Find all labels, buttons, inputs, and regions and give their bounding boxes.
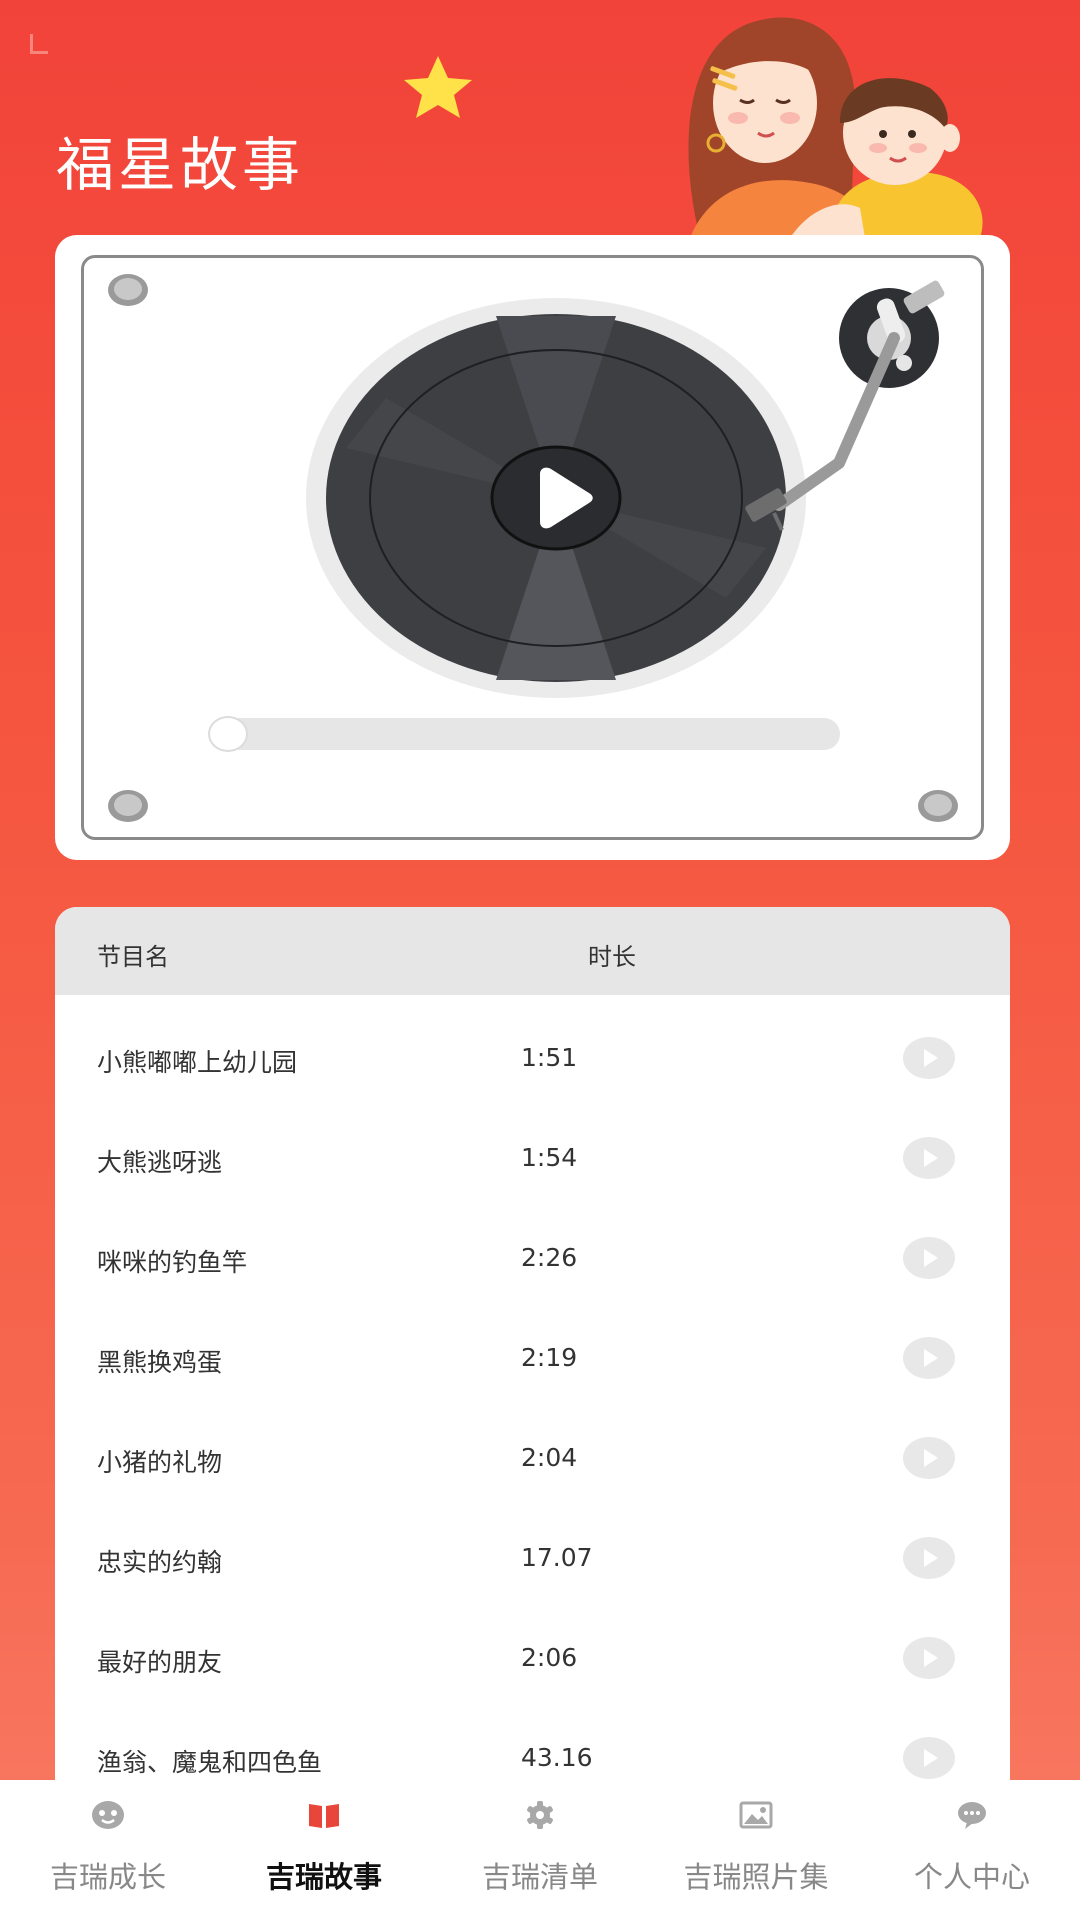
star-icon (404, 56, 472, 118)
list-item[interactable]: 咪咪的钓鱼竿 2:26 (55, 1207, 1010, 1307)
program-duration: 2:26 (521, 1243, 578, 1272)
list-item[interactable]: 小熊嘟嘟上幼儿园 1:51 (55, 1007, 1010, 1107)
screw-icon (108, 790, 148, 822)
column-header-duration: 时长 (588, 943, 636, 971)
play-icon[interactable] (903, 1237, 955, 1279)
program-duration: 2:19 (521, 1343, 578, 1372)
play-icon[interactable] (903, 1337, 955, 1379)
tonearm[interactable] (724, 268, 954, 558)
program-name: 最好的朋友 (97, 1648, 223, 1677)
nav-item-profile[interactable]: 个人中心 (864, 1780, 1080, 1920)
play-icon[interactable] (903, 1037, 955, 1079)
program-name: 忠实的约翰 (97, 1548, 223, 1577)
program-duration: 1:54 (521, 1143, 578, 1172)
play-icon[interactable] (903, 1537, 955, 1579)
program-name: 咪咪的钓鱼竿 (97, 1248, 248, 1277)
program-duration: 43.16 (521, 1743, 593, 1772)
program-duration: 1:51 (521, 1043, 578, 1072)
play-icon[interactable] (903, 1137, 955, 1179)
nav-item-growth[interactable]: 吉瑞成长 (0, 1780, 216, 1920)
nav-item-stories[interactable]: 吉瑞故事 (216, 1780, 432, 1920)
play-icon[interactable] (903, 1437, 955, 1479)
list-header: 节目名 时长 (55, 907, 1010, 995)
face-icon (92, 1801, 124, 1829)
program-duration: 17.07 (521, 1543, 593, 1572)
bottom-nav: 吉瑞成长 吉瑞故事 吉瑞清单 吉瑞照片集 个人中心 (0, 1780, 1080, 1920)
gear-icon (527, 1801, 553, 1829)
list-item[interactable]: 黑熊换鸡蛋 2:19 (55, 1307, 1010, 1407)
program-duration: 2:06 (521, 1643, 578, 1672)
nav-label: 吉瑞故事 (265, 1860, 382, 1894)
program-name: 小猪的礼物 (97, 1448, 223, 1477)
program-name: 黑熊换鸡蛋 (97, 1348, 223, 1377)
play-icon[interactable] (903, 1737, 955, 1779)
list-item[interactable]: 忠实的约翰 17.07 (55, 1507, 1010, 1607)
program-name: 小熊嘟嘟上幼儿园 (97, 1048, 298, 1077)
progress-slider[interactable] (208, 716, 840, 752)
program-name: 渔翁、魔鬼和四色鱼 (97, 1748, 323, 1777)
list-item[interactable]: 小猪的礼物 2:04 (55, 1407, 1010, 1507)
program-name: 大熊逃呀逃 (97, 1148, 223, 1177)
list-item[interactable]: 最好的朋友 2:06 (55, 1607, 1010, 1707)
chat-bubble-icon (958, 1802, 986, 1829)
program-duration: 2:04 (521, 1443, 578, 1472)
image-icon (739, 1801, 773, 1829)
list-item[interactable]: 大熊逃呀逃 1:54 (55, 1107, 1010, 1207)
turntable-frame (81, 255, 984, 840)
screw-icon (108, 274, 148, 306)
status-bar-mark (30, 34, 48, 54)
nav-item-photos[interactable]: 吉瑞照片集 (648, 1780, 864, 1920)
nav-label: 吉瑞清单 (481, 1860, 598, 1894)
nav-label: 吉瑞成长 (49, 1860, 166, 1894)
nav-label: 个人中心 (913, 1860, 1030, 1894)
program-list: 节目名 时长 小熊嘟嘟上幼儿园 1:51 大熊逃呀逃 1:54 咪咪的钓鱼竿 2… (55, 907, 1010, 1907)
page-title: 福星故事 (56, 131, 305, 199)
player-card (55, 235, 1010, 860)
progress-handle[interactable] (208, 716, 248, 752)
screw-icon (918, 790, 958, 822)
nav-label: 吉瑞照片集 (683, 1860, 829, 1894)
column-header-name: 节目名 (97, 943, 169, 971)
play-icon[interactable] (903, 1637, 955, 1679)
mother-child-illustration (688, 17, 983, 238)
book-icon (309, 1804, 339, 1828)
nav-item-checklist[interactable]: 吉瑞清单 (432, 1780, 648, 1920)
